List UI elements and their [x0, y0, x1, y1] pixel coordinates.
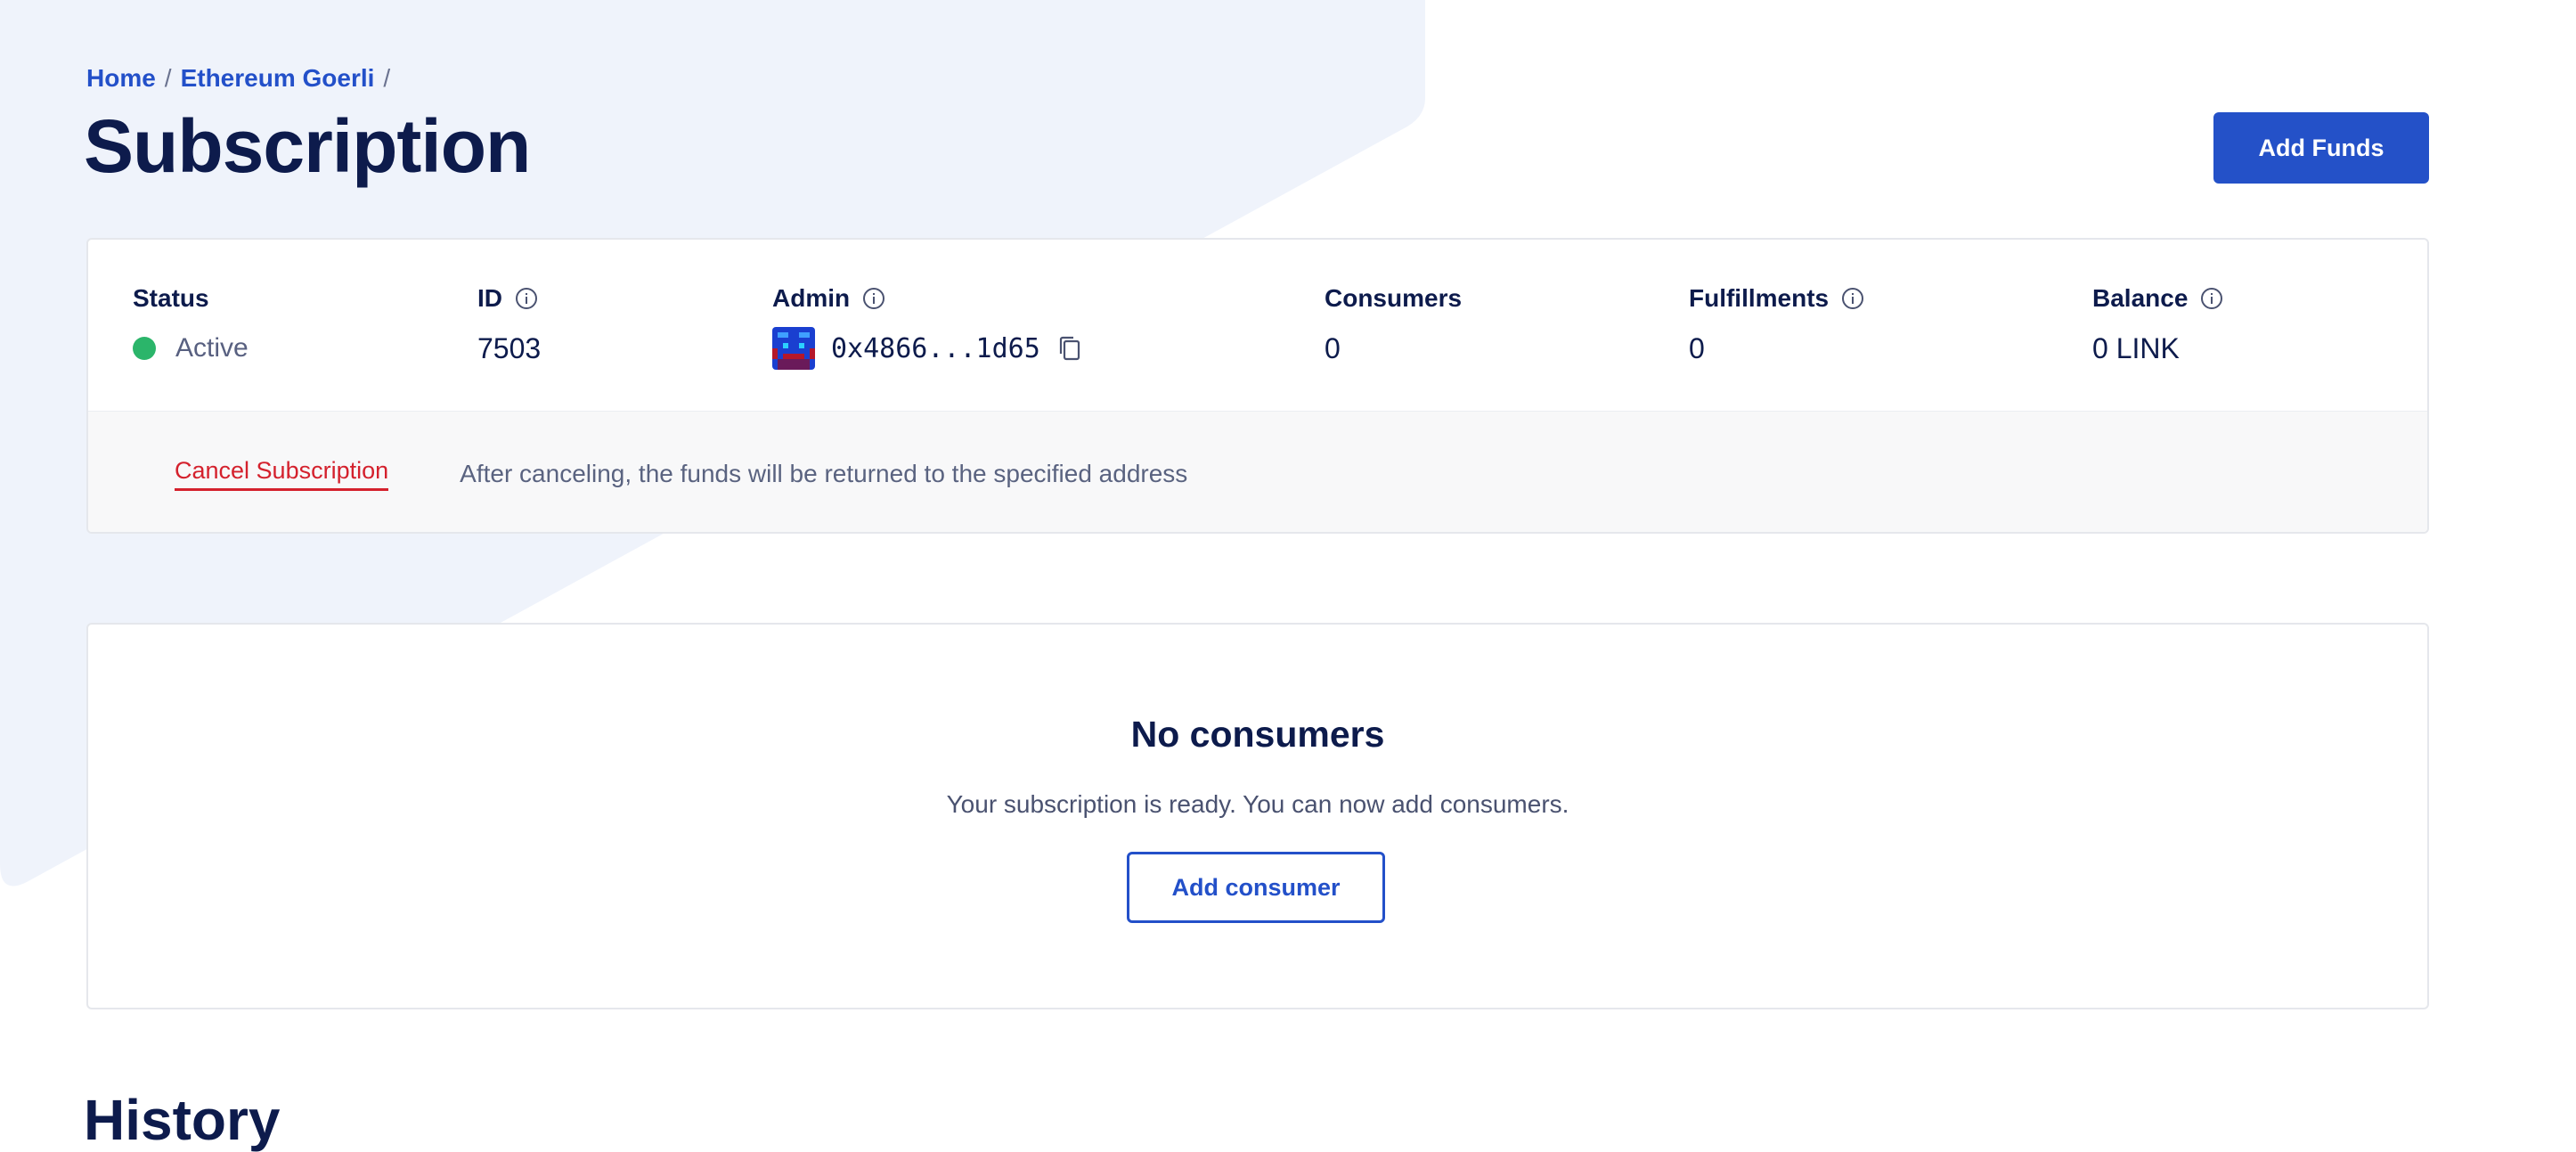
balance-info-icon[interactable] [2200, 287, 2223, 310]
fulfillments-info-icon[interactable] [1841, 287, 1864, 310]
add-consumer-button[interactable]: Add consumer [1127, 852, 1385, 923]
admin-info-icon[interactable] [862, 287, 885, 310]
status-value: Active [133, 329, 249, 368]
fulfillments-label: Fulfillments [1689, 281, 1864, 316]
admin-address: 0x4866...1d65 [831, 332, 1040, 364]
breadcrumb-home[interactable]: Home [86, 64, 156, 93]
page-title: Subscription [84, 104, 531, 188]
consumers-label: Consumers [1325, 284, 1463, 312]
balance-value: 0 LINK [2092, 331, 2180, 364]
history-heading: History [84, 1088, 281, 1152]
cancel-note: After canceling, the funds will be retur… [460, 460, 1188, 487]
breadcrumb-separator: / [383, 64, 391, 92]
copy-icon[interactable] [1056, 334, 1083, 363]
cancel-subscription-link[interactable]: Cancel Subscription [175, 457, 389, 491]
consumers-value: 0 [1325, 331, 1341, 364]
no-consumers-text: Your subscription is ready. You can now … [946, 790, 1569, 818]
balance-stat: Balance 0 LINK [2092, 281, 2223, 368]
id-stat: ID 7503 [477, 281, 541, 368]
breadcrumb-separator: / [164, 64, 172, 92]
fulfillments-value: 0 [1689, 331, 1705, 364]
breadcrumb-network[interactable]: Ethereum Goerli [181, 64, 375, 93]
admin-label: Admin [772, 281, 1083, 316]
id-label: ID [477, 281, 541, 316]
consumers-stat: Consumers 0 [1325, 281, 1462, 368]
page: Home / Ethereum Goerli / Subscription Ad… [0, 0, 2576, 1148]
status-label: Status [133, 284, 209, 312]
balance-label: Balance [2092, 281, 2223, 316]
subscription-details-card: Status Active ID 7503 Admin 0x4866...1d6… [86, 238, 2429, 534]
cancel-subscription-bar: Cancel Subscription After canceling, the… [88, 411, 2427, 532]
consumers-card: No consumers Your subscription is ready.… [86, 623, 2429, 1009]
no-consumers-title: No consumers [1130, 714, 1385, 755]
blockie-avatar-icon [772, 327, 815, 370]
status-stat: Status Active [133, 281, 249, 368]
status-text: Active [175, 333, 249, 363]
id-value: 7503 [477, 331, 542, 364]
id-info-icon[interactable] [515, 287, 538, 310]
status-active-dot-icon [133, 337, 156, 360]
breadcrumb: Home / Ethereum Goerli / [86, 64, 399, 93]
fulfillments-stat: Fulfillments 0 [1689, 281, 1864, 368]
admin-value: 0x4866...1d65 [772, 327, 1083, 370]
add-funds-button[interactable]: Add Funds [2213, 112, 2429, 184]
admin-stat: Admin 0x4866...1d65 [772, 281, 1083, 370]
